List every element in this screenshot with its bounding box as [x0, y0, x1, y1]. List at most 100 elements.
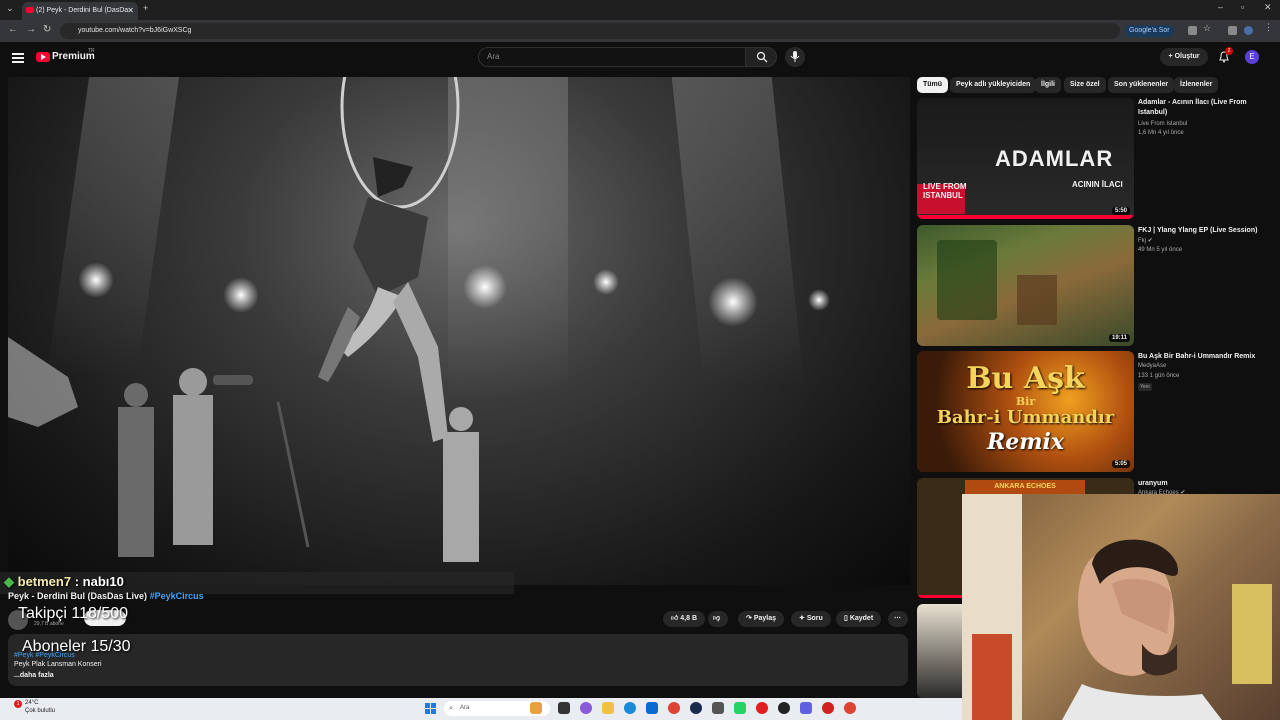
save-button[interactable]: ▯ Kaydet	[836, 611, 882, 627]
thumb-subtitle-text: ACININ İLACI	[1072, 180, 1123, 189]
tab-list-icon[interactable]: ⌄	[6, 3, 14, 14]
thumb-musician	[1017, 275, 1057, 325]
app-icon[interactable]	[756, 702, 768, 714]
recommendation-thumbnail[interactable]: 19:11	[917, 225, 1134, 346]
close-window-icon[interactable]: ✕	[1264, 2, 1272, 13]
tab-title: (2) Peyk - Derdini Bul (DasDa	[36, 7, 129, 14]
weather-alert-icon[interactable]: 1	[14, 700, 22, 708]
share-label: Paylaş	[753, 615, 777, 622]
create-label: Oluştur	[1174, 53, 1200, 60]
recommendation-channel-row[interactable]: Fkj ✔	[1138, 237, 1153, 244]
video-title-hashtag[interactable]: #PeykCircus	[150, 591, 204, 601]
description-more-link[interactable]: ...daha fazla	[14, 672, 54, 679]
more-actions-button[interactable]: ⋯	[888, 611, 908, 627]
reload-icon[interactable]: ↻	[43, 24, 51, 35]
webcam-overlay	[962, 494, 1280, 720]
thumb-remix-text: Remix	[986, 429, 1065, 455]
chip-all[interactable]: Tümü	[917, 77, 949, 93]
chip-related[interactable]: İlgili	[1035, 77, 1061, 93]
follower-message: : nabı10	[71, 574, 124, 589]
like-button[interactable]: 👍︎ 4,8 B	[663, 611, 706, 627]
thumbs-up-icon: 👍︎	[671, 615, 679, 622]
maximize-icon[interactable]: ▫	[1241, 2, 1244, 12]
forward-icon[interactable]: →	[26, 24, 36, 35]
youtube-play-icon	[36, 52, 50, 62]
share-icon: ↷	[746, 615, 752, 622]
weather-description[interactable]: Çok bulutlu	[25, 708, 55, 714]
minimize-icon[interactable]: –	[1218, 2, 1223, 12]
more-icon: ⋯	[894, 615, 901, 622]
like-count: 4,8 B	[680, 615, 698, 622]
search-input[interactable]: Ara	[478, 47, 746, 67]
thumb-second-line: Bahr-i Ummandır	[936, 407, 1115, 428]
recommendation-thumbnail[interactable]: Bu Aşk Bir Bahr-i Ummandır Remix 5:05	[917, 351, 1134, 472]
create-button[interactable]: + Oluştur	[1160, 48, 1208, 66]
video-title-text: Peyk - Derdini Bul (DasDas Live)	[8, 591, 148, 601]
recommendation-title[interactable]: Bu Aşk Bir Bahr-i Ummandır Remix	[1138, 352, 1268, 362]
watched-progress-bar	[917, 215, 1134, 219]
media-app-icon[interactable]	[822, 702, 834, 714]
file-explorer-icon[interactable]	[602, 702, 614, 714]
search-highlight-icon	[530, 702, 542, 714]
extensions-icon[interactable]	[1228, 26, 1237, 35]
share-button[interactable]: ↷ Paylaş	[738, 611, 785, 627]
video-title: Peyk - Derdini Bul (DasDas Live) #PeykCi…	[8, 591, 204, 601]
follower-username: betmen7	[17, 574, 72, 589]
dislike-button[interactable]: 👎︎	[708, 611, 728, 627]
edge-icon[interactable]	[624, 702, 636, 714]
description-hashtags[interactable]: #Peyk #PeykCircus	[14, 652, 75, 659]
close-tab-icon[interactable]: ✕	[127, 2, 134, 20]
google-ask-label: Google'a Sor	[1129, 27, 1170, 34]
browser-menu-icon[interactable]: ⋮	[1264, 22, 1273, 32]
chip-for-you[interactable]: Size özel	[1064, 77, 1106, 93]
follower-alert: ◆ betmen7 : nabı10	[4, 574, 124, 592]
chip-watched[interactable]: İzlenenler	[1174, 77, 1219, 93]
voice-search-button[interactable]	[785, 47, 805, 67]
back-icon[interactable]: ←	[8, 24, 18, 35]
youtube-favicon-icon	[26, 7, 34, 13]
address-bar-row: ← → ↻ youtube.com/watch?v=bJ6iGwXSCg Goo…	[0, 20, 1280, 42]
video-player[interactable]	[8, 77, 910, 585]
recommendation-channel[interactable]: Live From Istanbul	[1138, 121, 1187, 127]
weather-temperature[interactable]: 24°C	[25, 700, 38, 706]
chip-from-uploader[interactable]: Peyk adlı yükleyiciden	[950, 77, 1037, 93]
task-view-icon[interactable]	[558, 702, 570, 714]
diamond-icon: ◆	[4, 574, 14, 589]
taskbar-search-placeholder: Ara	[460, 705, 470, 711]
hamburger-icon[interactable]	[12, 53, 24, 63]
chrome-profile-icon[interactable]	[844, 702, 856, 714]
search-button[interactable]	[745, 47, 777, 67]
obs-icon[interactable]	[778, 702, 790, 714]
steam-icon[interactable]	[690, 702, 702, 714]
cast-icon[interactable]	[1188, 26, 1197, 35]
recommendation-title[interactable]: Adamlar - Acının İlacı (Live From Istanb…	[1138, 98, 1268, 118]
chrome-icon[interactable]	[668, 702, 680, 714]
ask-button[interactable]: ✦ Soru	[791, 611, 831, 627]
recommendation-meta: 1,6 Mn 4 yıl önce	[1138, 130, 1184, 136]
settings-icon[interactable]	[712, 702, 724, 714]
copilot-icon[interactable]	[580, 702, 592, 714]
recommendation-title[interactable]: uranyum	[1138, 479, 1268, 489]
browser-tab[interactable]: (2) Peyk - Derdini Bul (DasDa ✕	[22, 2, 138, 20]
whatsapp-icon[interactable]	[734, 702, 746, 714]
avatar[interactable]: E	[1245, 50, 1259, 64]
star-icon[interactable]: ☆	[1203, 23, 1212, 33]
recommendation-title[interactable]: FKJ | Ylang Ylang EP (Live Session)	[1138, 226, 1268, 236]
recommendation-channel[interactable]: MedyaAse	[1138, 363, 1166, 369]
google-ask-button[interactable]: Google'a Sor	[1125, 25, 1174, 37]
new-tab-icon[interactable]: +	[143, 3, 148, 13]
discord-icon[interactable]	[800, 702, 812, 714]
windows-start-icon[interactable]	[425, 703, 436, 714]
bookmark-icon: ▯	[844, 615, 848, 622]
store-icon[interactable]	[646, 702, 658, 714]
recommendation-meta: 49 Mn 5 yıl önce	[1138, 247, 1183, 253]
recommendation-meta: 133 1 gün önce	[1138, 373, 1180, 379]
profile-icon[interactable]	[1244, 26, 1253, 35]
notification-badge: 2	[1225, 47, 1233, 55]
description-box[interactable]	[8, 634, 908, 686]
video-duration: 5:50	[1111, 207, 1130, 215]
url-field[interactable]: youtube.com/watch?v=bJ6iGwXSCg	[60, 23, 1120, 39]
logo-region: TR	[88, 48, 95, 54]
chip-recent[interactable]: Son yüklenenler	[1108, 77, 1175, 93]
recommendation-thumbnail[interactable]: LIVE FROM ISTANBUL ADAMLAR ACININ İLACI …	[917, 98, 1134, 219]
